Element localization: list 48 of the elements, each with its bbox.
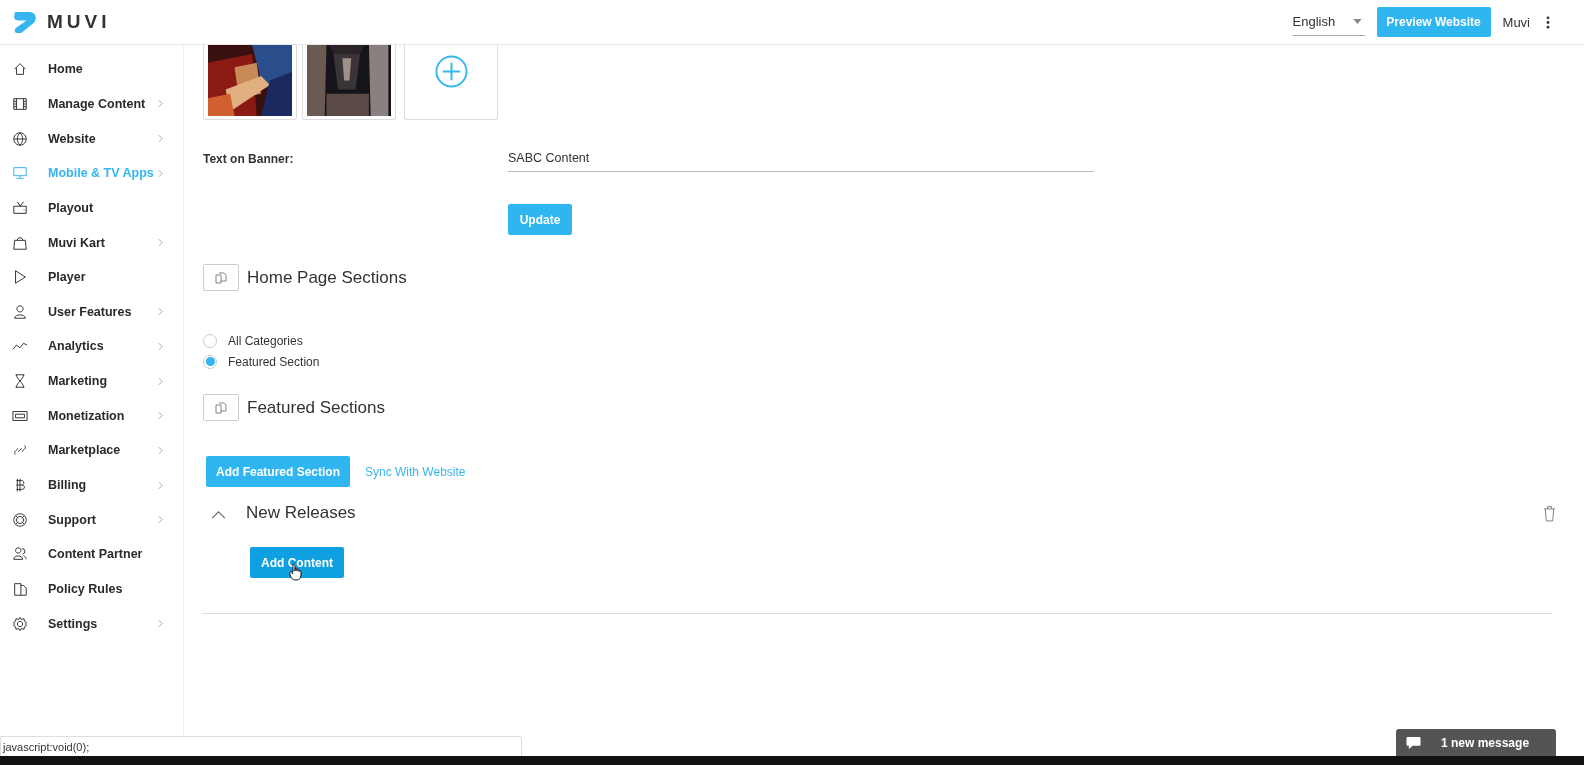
- sidebar-item[interactable]: Playout: [0, 190, 183, 226]
- menu-item-icon: [12, 165, 28, 182]
- sidebar-item[interactable]: Content Partner: [0, 536, 183, 572]
- sidebar-item[interactable]: Policy Rules: [0, 571, 183, 607]
- copy-icon: [203, 394, 239, 421]
- language-select[interactable]: English: [1292, 8, 1365, 36]
- menu-item-icon: [12, 511, 28, 528]
- section-heading: Home Page Sections: [247, 267, 407, 288]
- plus-circle-icon: [434, 54, 468, 88]
- menu-item-icon: [12, 234, 28, 251]
- logo-text[interactable]: MUVI: [47, 11, 111, 33]
- sidebar-item[interactable]: Home: [0, 52, 183, 87]
- sidebar-item[interactable]: User Features: [0, 294, 183, 330]
- sidebar-item[interactable]: Billing: [0, 467, 183, 503]
- section-heading: Featured Sections: [247, 397, 385, 418]
- menu-item-icon: [12, 615, 28, 632]
- user-name[interactable]: Muvi: [1502, 14, 1530, 30]
- menu-item-icon: [12, 61, 28, 78]
- menu-item-icon: [12, 546, 28, 563]
- copy-icon: [203, 264, 239, 291]
- menu-item-icon: [12, 580, 28, 597]
- status-url: javascript:void(0);: [0, 736, 522, 757]
- radio-label: Featured Section: [228, 354, 320, 369]
- sidebar-item[interactable]: Muvi Kart: [0, 225, 183, 260]
- sidebar-item[interactable]: Manage Content: [0, 86, 183, 122]
- sidebar-item[interactable]: Analytics: [0, 329, 183, 364]
- chat-widget[interactable]: 1 new message: [1396, 729, 1556, 757]
- sidebar-item[interactable]: Marketplace: [0, 433, 183, 468]
- trash-icon[interactable]: [1543, 504, 1556, 522]
- sidebar-item[interactable]: Player: [0, 259, 183, 295]
- sidebar-item[interactable]: Monetization: [0, 398, 183, 434]
- menu-item-icon: [12, 269, 28, 286]
- sidebar-item[interactable]: Settings: [0, 606, 183, 641]
- menu-item-icon: [12, 130, 28, 147]
- field-label: Text on Banner:: [203, 152, 295, 168]
- more-menu-icon[interactable]: [1546, 15, 1550, 29]
- menu-item-icon: [12, 95, 28, 112]
- dropdown-caret-icon: [1352, 19, 1362, 24]
- sidebar-item[interactable]: Website: [0, 121, 183, 156]
- section-title: New Releases: [246, 503, 356, 523]
- add-banner-button[interactable]: [404, 45, 498, 120]
- menu-item-icon: [12, 303, 28, 320]
- sidebar-item[interactable]: Support: [0, 502, 183, 537]
- speech-bubble-icon: [1406, 736, 1421, 750]
- sidebar-item[interactable]: Marketing: [0, 363, 183, 399]
- radio-label: All Categories: [228, 333, 303, 348]
- menu-item-icon: [12, 199, 28, 216]
- collapse-caret-icon[interactable]: [211, 510, 226, 519]
